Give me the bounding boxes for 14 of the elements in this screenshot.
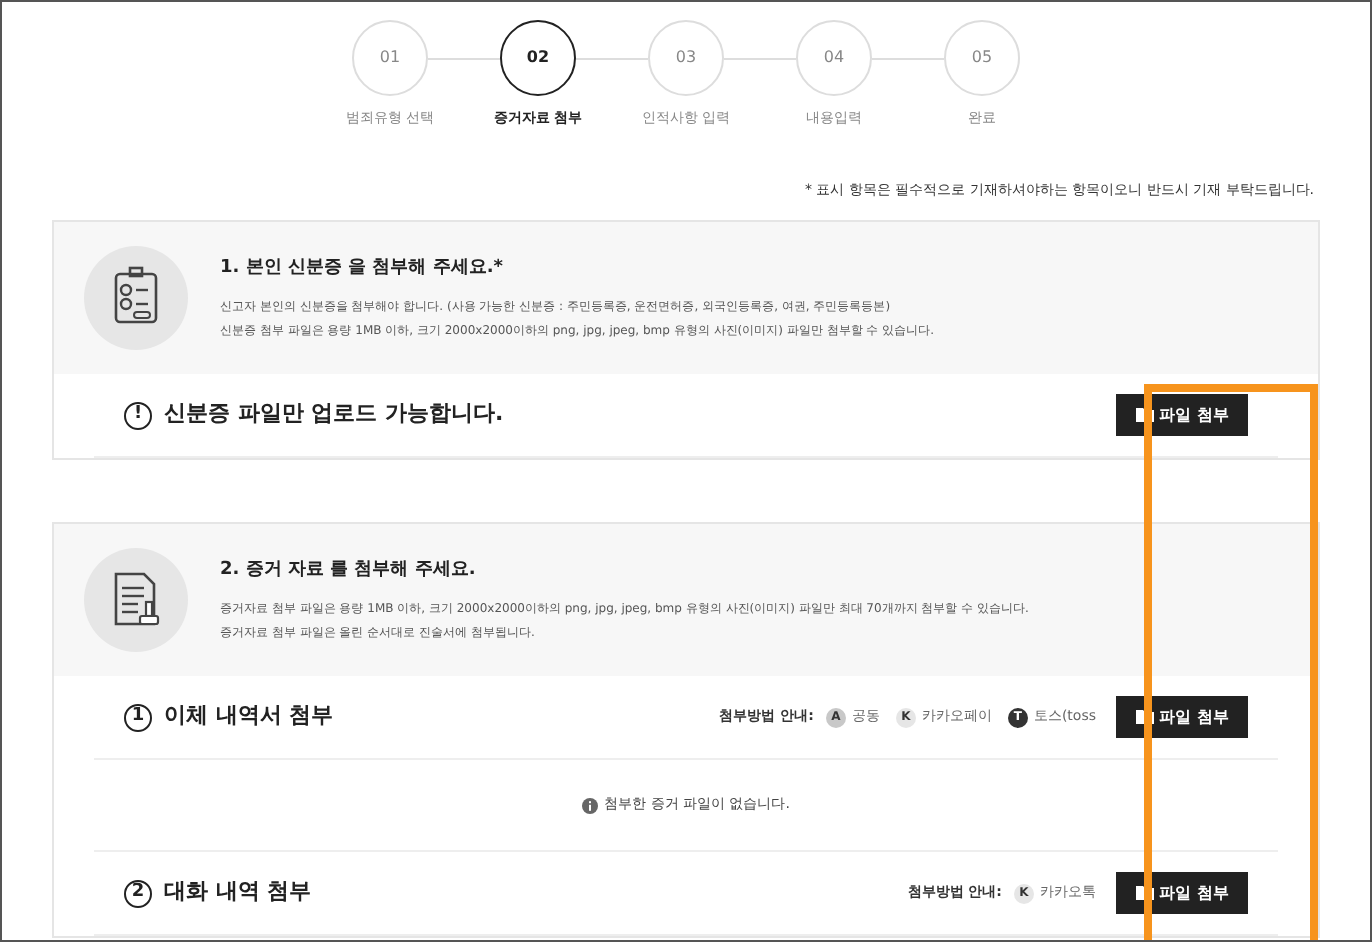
number-badge: ! [124, 401, 152, 429]
id-badge-icon [84, 246, 188, 350]
upload-label: 이체 내역서 첨부 [164, 700, 334, 733]
attach-file-button[interactable]: 파일 첨부 [1116, 696, 1248, 738]
section-title: 2. 증거 자료 를 첨부해 주세요. [220, 558, 478, 585]
number-badge: 2 [124, 879, 152, 907]
section-title: 1. 본인 신분증 을 첨부해 주세요.* [220, 256, 505, 283]
attach-file-button[interactable]: 파일 첨부 [1116, 872, 1248, 914]
upload-label: 신분증 파일만 업로드 가능합니다. [164, 398, 504, 431]
info-icon [582, 797, 599, 813]
document-stamp-icon [84, 548, 188, 652]
number-badge: 1 [124, 703, 152, 731]
attach-file-button[interactable]: 파일 첨부 [1116, 394, 1248, 436]
upload-label: 대화 내역 첨부 [164, 876, 312, 909]
